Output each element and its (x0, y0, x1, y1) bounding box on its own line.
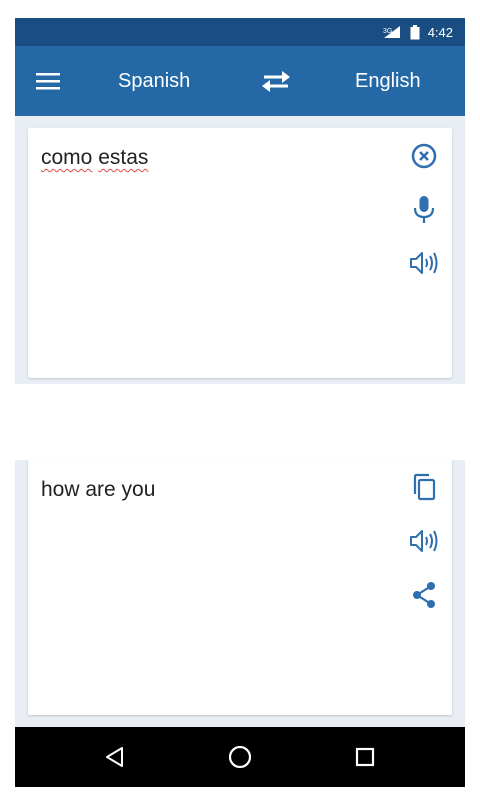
back-icon (106, 747, 123, 767)
recents-button[interactable] (350, 742, 380, 772)
hamburger-menu-icon (36, 73, 60, 90)
swap-arrows-icon (262, 71, 290, 92)
speaker-icon (410, 530, 438, 552)
share-icon (413, 582, 435, 608)
recents-icon (355, 747, 375, 767)
signal-icon: 3G (382, 25, 402, 39)
home-icon (228, 745, 252, 769)
status-bar: 3G 4:42 (15, 18, 465, 46)
microphone-button[interactable] (407, 193, 441, 227)
clear-button[interactable] (407, 139, 441, 173)
copy-button[interactable] (407, 470, 441, 504)
source-word: como (41, 146, 93, 169)
copy-icon (413, 473, 436, 501)
svg-text:3G: 3G (383, 28, 392, 35)
source-word: estas (98, 146, 149, 169)
speaker-icon (410, 252, 438, 274)
navigation-bar (15, 727, 465, 787)
swap-languages-button[interactable] (258, 66, 294, 96)
target-language-button[interactable]: English (355, 70, 421, 93)
output-card: how are you (28, 460, 452, 715)
input-card[interactable]: como estas (28, 128, 452, 378)
translated-text: how are you (41, 478, 156, 501)
battery-icon (410, 24, 420, 40)
app-bar: Spanish English (15, 46, 465, 116)
clear-icon (411, 143, 437, 169)
back-button[interactable] (100, 742, 130, 772)
microphone-icon (413, 196, 435, 223)
source-text[interactable]: como estas (41, 146, 148, 170)
source-language-button[interactable]: Spanish (118, 70, 190, 93)
share-button[interactable] (407, 578, 441, 612)
speak-source-button[interactable] (407, 246, 441, 280)
speak-translation-button[interactable] (407, 524, 441, 558)
home-button[interactable] (225, 742, 255, 772)
status-time: 4:42 (427, 24, 453, 40)
menu-button[interactable] (31, 64, 65, 98)
